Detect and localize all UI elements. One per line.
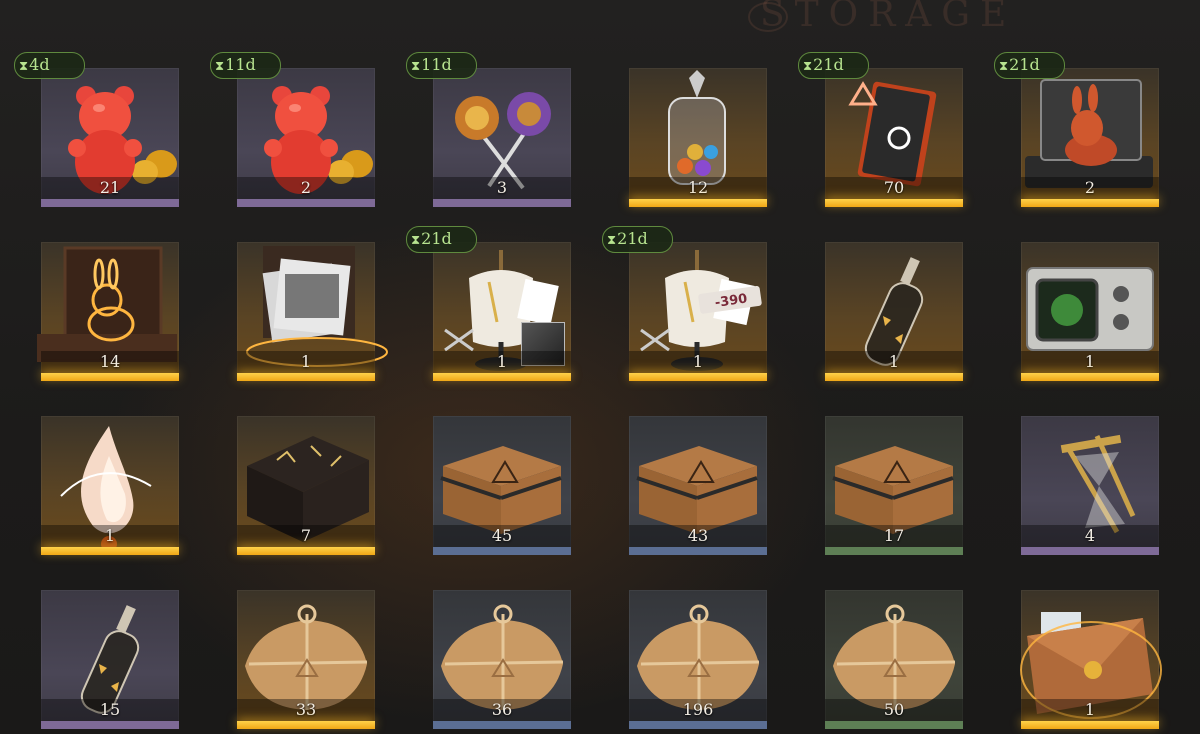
inventory-slot-wooden-crate[interactable]: 45 (433, 416, 571, 555)
rarity-band (237, 199, 375, 207)
expiry-timer-text: 4d (29, 55, 50, 74)
expiry-timer-badge: ⧗21d (994, 52, 1065, 79)
rarity-band (433, 199, 571, 207)
inventory-slot-wooden-crate[interactable]: 43 (629, 416, 767, 555)
rarity-band (825, 373, 963, 381)
expiry-timer-text: 21d (617, 229, 648, 248)
hourglass-icon: ⧗ (215, 59, 225, 74)
inventory-slot-red-gummy-bear[interactable]: 2 ⧗11d (210, 52, 375, 207)
hourglass-icon: ⧗ (607, 233, 617, 248)
rarity-band (433, 373, 571, 381)
item-quantity: 2 (300, 178, 312, 197)
storage-screen: STORAGE 21 ⧗4d 2 ⧗11d 3 ⧗11d 12 70 ⧗21d 2 ⧗21… (0, 0, 1200, 734)
rarity-band (41, 547, 179, 555)
inventory-slot-paper-parcel[interactable]: 33 (237, 590, 375, 729)
rarity-band (1021, 721, 1159, 729)
hourglass-icon: ⧗ (803, 59, 813, 74)
rarity-band (237, 547, 375, 555)
rarity-band (237, 721, 375, 729)
expiry-timer-text: 21d (1009, 55, 1040, 74)
rarity-band (825, 199, 963, 207)
rarity-band (41, 199, 179, 207)
expiry-timer-badge: ⧗21d (406, 226, 477, 253)
hourglass-icon: ⧗ (999, 59, 1009, 74)
inventory-slot-message-bottle[interactable]: 1 (825, 242, 963, 381)
rarity-band (433, 721, 571, 729)
expiry-timer-badge: ⧗21d (798, 52, 869, 79)
inventory-slot-tailor-mannequin-coupon[interactable]: -390 1 ⧗21d (602, 226, 767, 381)
item-quantity: 1 (692, 352, 704, 371)
item-quantity: 3 (496, 178, 508, 197)
item-quantity: 1 (104, 526, 116, 545)
item-quantity: 1 (1084, 352, 1096, 371)
inventory-slot-wooden-crate[interactable]: 17 (825, 416, 963, 555)
inventory-slot-rabbit-case[interactable]: 2 ⧗21d (994, 52, 1159, 207)
item-quantity: 15 (99, 700, 121, 719)
rarity-band (1021, 199, 1159, 207)
rarity-band (41, 721, 179, 729)
rarity-band (825, 721, 963, 729)
item-quantity: 1 (496, 352, 508, 371)
item-quantity: 1 (300, 352, 312, 371)
item-quantity: 33 (295, 700, 317, 719)
rarity-band (825, 547, 963, 555)
inventory-slot-tailor-mannequin[interactable]: 1 ⧗21d (406, 226, 571, 381)
rarity-band (41, 373, 179, 381)
item-quantity: 17 (883, 526, 905, 545)
expiry-timer-text: 11d (421, 55, 452, 74)
inventory-slot-candy-jar[interactable]: 12 (629, 68, 767, 207)
rarity-band (629, 547, 767, 555)
rarity-band (1021, 373, 1159, 381)
item-quantity: 4 (1084, 526, 1096, 545)
inventory-slot-paper-parcel[interactable]: 50 (825, 590, 963, 729)
rarity-band (629, 373, 767, 381)
expiry-timer-badge: ⧗4d (14, 52, 85, 79)
expiry-timer-text: 11d (225, 55, 256, 74)
item-quantity: 50 (883, 700, 905, 719)
expiry-timer-badge: ⧗11d (406, 52, 477, 79)
hourglass-icon: ⧗ (411, 233, 421, 248)
rarity-band (629, 199, 767, 207)
inventory-slot-paper-parcel[interactable]: 196 (629, 590, 767, 729)
inventory-grid: 21 ⧗4d 2 ⧗11d 3 ⧗11d 12 70 ⧗21d 2 ⧗21d 14 (14, 52, 1162, 729)
item-quantity: 7 (300, 526, 312, 545)
inventory-slot-red-gummy-bear[interactable]: 21 ⧗4d (14, 52, 179, 207)
expiry-timer-badge: ⧗11d (210, 52, 281, 79)
item-quantity: 1 (888, 352, 900, 371)
hourglass-icon: ⧗ (19, 59, 29, 74)
inventory-slot-message-bottle[interactable]: 15 (41, 590, 179, 729)
hourglass-icon: ⧗ (411, 59, 421, 74)
item-quantity: 14 (99, 352, 121, 371)
inventory-slot-glowing-flame[interactable]: 1 (41, 416, 179, 555)
item-quantity: 43 (687, 526, 709, 545)
rarity-band (433, 547, 571, 555)
rarity-band (629, 721, 767, 729)
item-quantity: 196 (682, 700, 714, 719)
expiry-timer-text: 21d (813, 55, 844, 74)
inventory-slot-rune-stool[interactable]: 7 (237, 416, 375, 555)
item-quantity: 36 (491, 700, 513, 719)
item-quantity: 12 (687, 178, 709, 197)
inventory-slot-lollipops[interactable]: 3 ⧗11d (406, 52, 571, 207)
inventory-slot-golden-rabbit-box[interactable]: 14 (37, 242, 179, 381)
item-quantity: 21 (99, 178, 121, 197)
inventory-slot-radar-device[interactable]: 1 (1021, 242, 1159, 381)
rarity-band (1021, 547, 1159, 555)
storage-watermark: STORAGE (760, 0, 1017, 35)
inventory-slot-hourglass[interactable]: 4 (1021, 416, 1159, 555)
item-quantity: 70 (883, 178, 905, 197)
expiry-timer-text: 21d (421, 229, 452, 248)
rarity-band (237, 373, 375, 381)
inventory-slot-rune-notebook[interactable]: 70 ⧗21d (798, 52, 963, 207)
inventory-slot-sealed-envelope[interactable]: 1 (1020, 590, 1162, 729)
inventory-slot-photo-box[interactable]: 1 (237, 242, 388, 381)
item-quantity: 45 (491, 526, 513, 545)
item-quantity: 2 (1084, 178, 1096, 197)
item-quantity: 1 (1084, 700, 1096, 719)
expiry-timer-badge: ⧗21d (602, 226, 673, 253)
inventory-slot-paper-parcel[interactable]: 36 (433, 590, 571, 729)
